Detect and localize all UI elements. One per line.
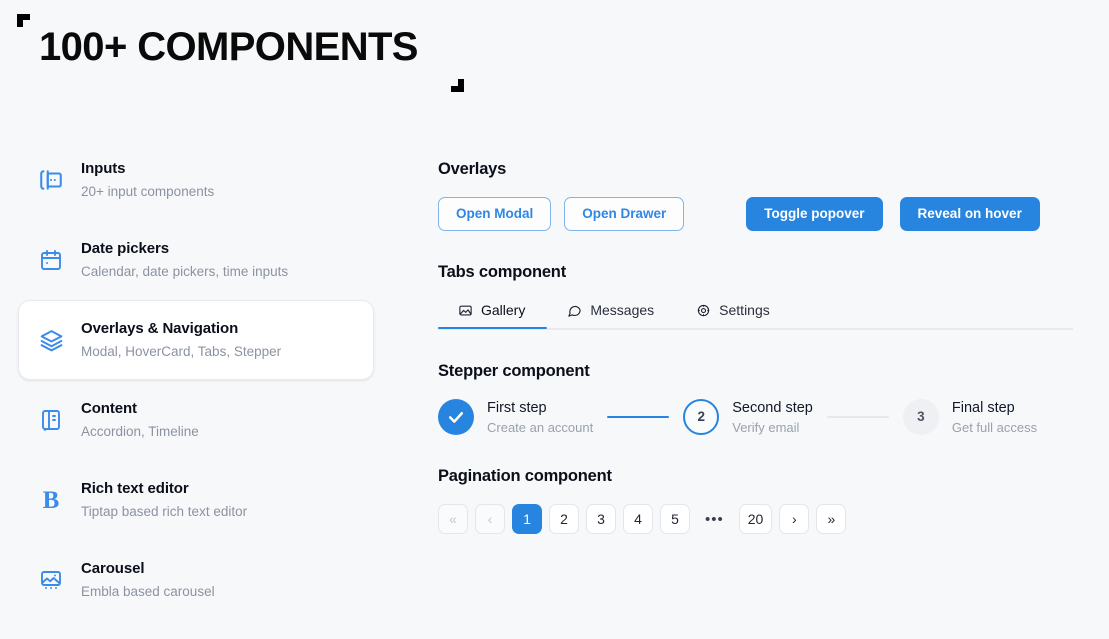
tab-label: Gallery bbox=[481, 302, 526, 318]
tab-label: Settings bbox=[719, 302, 770, 318]
input-cursor-icon bbox=[35, 164, 67, 196]
overlays-section-title: Overlays bbox=[438, 160, 507, 178]
stepper-step-description: Get full access bbox=[951, 419, 1038, 435]
sidebar-item-overlays-navigation[interactable]: Overlays & Navigation Modal, HoverCard, … bbox=[18, 300, 374, 380]
stepper-step-label: First step bbox=[487, 399, 547, 416]
sidebar-item-title: Content bbox=[81, 399, 137, 417]
notebook-icon bbox=[35, 404, 67, 436]
pagination-section-title: Pagination component bbox=[438, 467, 612, 486]
image-carousel-icon bbox=[35, 564, 67, 596]
stepper-section: Stepper component First step Create an a… bbox=[438, 362, 1073, 436]
sidebar-item-carousel[interactable]: Carousel Embla based carousel bbox=[18, 540, 374, 620]
last-page-button[interactable]: » bbox=[816, 504, 847, 535]
sidebar-item-title: Carousel bbox=[81, 559, 145, 577]
prev-page-button[interactable]: ‹ bbox=[475, 504, 505, 535]
sidebar-item-texts: Carousel Embla based carousel bbox=[81, 560, 215, 600]
stepper-step-3[interactable]: 3 Final step Get full access bbox=[902, 398, 1037, 436]
sidebar-item-date-pickers[interactable]: Date pickers Calendar, date pickers, tim… bbox=[18, 220, 374, 300]
open-drawer-button[interactable]: Open Drawer bbox=[564, 197, 685, 231]
sidebar-item-texts: Inputs 20+ input components bbox=[81, 160, 214, 200]
open-modal-button[interactable]: Open Modal bbox=[438, 197, 552, 231]
tab-label: Messages bbox=[590, 302, 655, 318]
tab-list: Gallery Messages Settings bbox=[438, 300, 1073, 329]
page-layout: Inputs 20+ input components Date pickers… bbox=[0, 140, 1109, 639]
gear-icon bbox=[696, 303, 711, 318]
stepper-step-marker: 3 bbox=[902, 398, 939, 435]
tabs-component: Gallery Messages Settings bbox=[438, 300, 1073, 330]
tabs-section: Tabs component Gallery Messages Settings bbox=[438, 263, 1073, 330]
page-button-2[interactable]: 2 bbox=[549, 504, 579, 535]
overlays-section: Overlays Open Modal Open Drawer Toggle p… bbox=[438, 160, 1073, 231]
sidebar-item-title: Overlays & Navigation bbox=[81, 319, 239, 337]
pagination-ellipsis: ••• bbox=[705, 510, 724, 528]
page-title: 100+ COMPONENTS bbox=[39, 25, 419, 69]
stepper-component: First step Create an account 2 Second st… bbox=[438, 398, 1073, 436]
stepper-step-label: Second step bbox=[732, 399, 813, 416]
sidebar-item-subtitle: Modal, HoverCard, Tabs, Stepper bbox=[81, 343, 282, 359]
stepper-connector-1 bbox=[607, 415, 670, 418]
page-button-4[interactable]: 4 bbox=[623, 504, 653, 535]
sidebar-item-title: Date pickers bbox=[81, 239, 170, 257]
tabs-section-title: Tabs component bbox=[438, 263, 566, 281]
page-button-1[interactable]: 1 bbox=[512, 504, 542, 535]
corner-bracket-top-left bbox=[17, 14, 30, 27]
stepper-step-texts: Second step Verify email bbox=[732, 399, 813, 436]
toggle-popover-button[interactable]: Toggle popover bbox=[746, 197, 883, 231]
pagination-component: « ‹ 1 2 3 4 5 ••• 20 › » bbox=[438, 504, 1073, 535]
page-button-20[interactable]: 20 bbox=[738, 504, 773, 535]
corner-bracket-bottom-right bbox=[451, 79, 464, 92]
stepper-step-marker: 2 bbox=[683, 398, 720, 435]
bold-letter-icon: B bbox=[42, 486, 60, 514]
tab-messages[interactable]: Messages bbox=[547, 300, 676, 328]
pagination-section: Pagination component « ‹ 1 2 3 4 5 ••• 2… bbox=[438, 467, 1073, 535]
reveal-on-hover-button[interactable]: Reveal on hover bbox=[899, 197, 1040, 231]
stepper-connector-2 bbox=[826, 415, 889, 418]
tab-gallery[interactable]: Gallery bbox=[438, 300, 548, 329]
message-circle-icon bbox=[567, 303, 582, 318]
sidebar-item-texts: Rich text editor Tiptap based rich text … bbox=[81, 480, 247, 520]
stepper-step-description: Verify email bbox=[732, 419, 800, 435]
sidebar-item-texts: Content Accordion, Timeline bbox=[81, 400, 199, 440]
sidebar-item-subtitle: Tiptap based rich text editor bbox=[81, 503, 248, 519]
calendar-icon bbox=[35, 244, 67, 276]
stepper-step-texts: Final step Get full access bbox=[952, 399, 1037, 436]
next-page-button[interactable]: › bbox=[779, 504, 810, 535]
stepper-step-texts: First step Create an account bbox=[487, 399, 593, 436]
sidebar-item-rich-text-editor[interactable]: B Rich text editor Tiptap based rich tex… bbox=[18, 460, 374, 540]
first-page-button[interactable]: « bbox=[438, 504, 468, 535]
image-icon bbox=[458, 303, 473, 318]
sidebar-item-texts: Overlays & Navigation Modal, HoverCard, … bbox=[81, 320, 281, 360]
sidebar-item-subtitle: Calendar, date pickers, time inputs bbox=[81, 263, 289, 279]
sidebar-item-title: Rich text editor bbox=[81, 479, 189, 497]
stepper-step-label: Final step bbox=[951, 399, 1015, 416]
stepper-step-description: Create an account bbox=[487, 419, 594, 435]
tab-settings[interactable]: Settings bbox=[676, 300, 792, 328]
main-content: Overlays Open Modal Open Drawer Toggle p… bbox=[392, 140, 1109, 535]
overlays-button-row: Open Modal Open Drawer Toggle popover Re… bbox=[438, 197, 1073, 231]
sidebar-item-texts: Date pickers Calendar, date pickers, tim… bbox=[81, 240, 288, 280]
sidebar-item-subtitle: 20+ input components bbox=[81, 183, 215, 199]
page-button-3[interactable]: 3 bbox=[586, 504, 616, 535]
sidebar-item-subtitle: Accordion, Timeline bbox=[81, 423, 199, 439]
stepper-step-1[interactable]: First step Create an account bbox=[438, 398, 593, 436]
sidebar-item-title: Inputs bbox=[81, 159, 126, 177]
layers-icon bbox=[35, 324, 67, 356]
sidebar-item-subtitle: Embla based carousel bbox=[81, 583, 215, 599]
stepper-section-title: Stepper component bbox=[438, 361, 590, 380]
stepper-step-2[interactable]: 2 Second step Verify email bbox=[683, 398, 813, 436]
page-button-5[interactable]: 5 bbox=[660, 504, 690, 535]
sidebar: Inputs 20+ input components Date pickers… bbox=[0, 140, 392, 620]
check-icon bbox=[438, 398, 474, 435]
sidebar-item-inputs[interactable]: Inputs 20+ input components bbox=[18, 140, 374, 220]
sidebar-item-content[interactable]: Content Accordion, Timeline bbox=[18, 380, 374, 460]
